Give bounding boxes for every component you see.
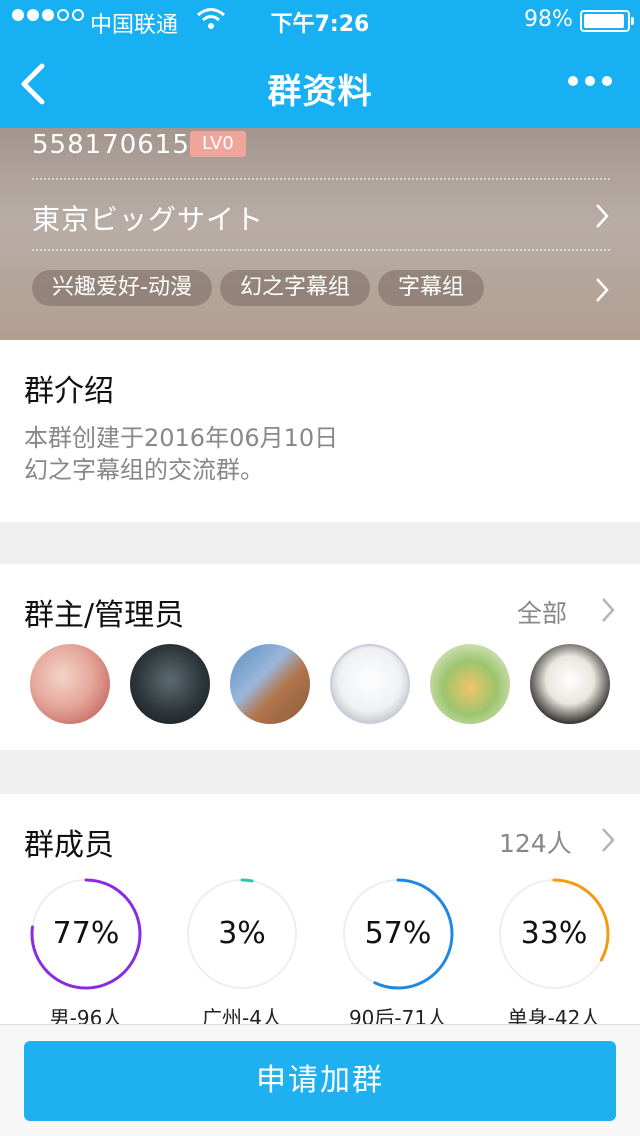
join-group-button[interactable]: 申请加群 <box>24 1041 616 1121</box>
stat-ring: 77% 男-96人 <box>30 878 142 1030</box>
divider <box>32 178 610 180</box>
stat-ring: 3% 广州-4人 <box>186 878 298 1030</box>
chevron-right-icon <box>602 828 615 852</box>
stat-ring: 33% 单身-42人 <box>498 878 610 1030</box>
view-all-link[interactable]: 全部 <box>517 594 567 630</box>
group-header: 558170615 LV0 東京ビッグサイト 兴趣爱好-动漫 幻之字幕组 字幕组 <box>0 128 640 340</box>
stat-ring: 57% 90后-71人 <box>342 878 454 1030</box>
avatar[interactable] <box>230 644 310 724</box>
stat-percent: 33% <box>520 916 588 951</box>
admin-avatar-list <box>30 644 610 724</box>
avatar[interactable] <box>530 644 610 724</box>
stat-percent: 57% <box>364 916 432 951</box>
divider <box>32 249 610 251</box>
stat-percent: 77% <box>52 916 120 951</box>
member-stats: 77% 男-96人 3% 广州-4人 57% 90后-71人 33% 单身-42… <box>30 878 610 1030</box>
navigation-bar: 群资料 <box>0 40 640 128</box>
section-title: 群主/管理员 <box>24 598 185 633</box>
description-line: 本群创建于2016年06月10日 <box>24 424 339 452</box>
battery-icon <box>580 10 634 32</box>
tag-chip[interactable]: 字幕组 <box>377 270 484 306</box>
group-description: 本群创建于2016年06月10日 幻之字幕组的交流群。 <box>24 422 338 486</box>
page-title: 群资料 <box>267 72 373 112</box>
admins-section[interactable]: 群主/管理员 全部 <box>0 564 640 750</box>
stat-percent: 3% <box>218 916 266 951</box>
avatar[interactable] <box>330 644 410 724</box>
description-line: 幻之字幕组的交流群。 <box>24 456 264 484</box>
avatar[interactable] <box>430 644 510 724</box>
group-intro-section: 群介绍 本群创建于2016年06月10日 幻之字幕组的交流群。 <box>0 340 640 522</box>
section-title: 群介绍 <box>24 374 114 409</box>
members-section[interactable]: 群成员 124人 77% 男-96人 3% 广州-4人 57% 90后-71人 … <box>0 794 640 1034</box>
battery-percent: 98% <box>524 7 573 32</box>
chevron-right-icon <box>602 598 615 622</box>
location-label: 東京ビッグサイト <box>32 203 265 236</box>
chevron-right-icon <box>596 204 609 228</box>
tag-chip[interactable]: 兴趣爱好-动漫 <box>32 270 212 306</box>
bottom-action-bar: 申请加群 <box>0 1024 640 1136</box>
member-count: 124人 <box>499 829 572 858</box>
level-badge: LV0 <box>190 131 246 157</box>
avatar[interactable] <box>130 644 210 724</box>
group-id: 558170615 <box>32 130 190 160</box>
chevron-right-icon <box>596 278 609 302</box>
section-title: 群成员 <box>24 828 114 863</box>
status-bar: 中国联通 下午7:26 98% <box>0 0 640 40</box>
more-dots-icon[interactable] <box>568 76 612 86</box>
avatar[interactable] <box>30 644 110 724</box>
tag-chip[interactable]: 幻之字幕组 <box>219 270 370 306</box>
top-bar: 中国联通 下午7:26 98% 群资料 <box>0 0 640 128</box>
